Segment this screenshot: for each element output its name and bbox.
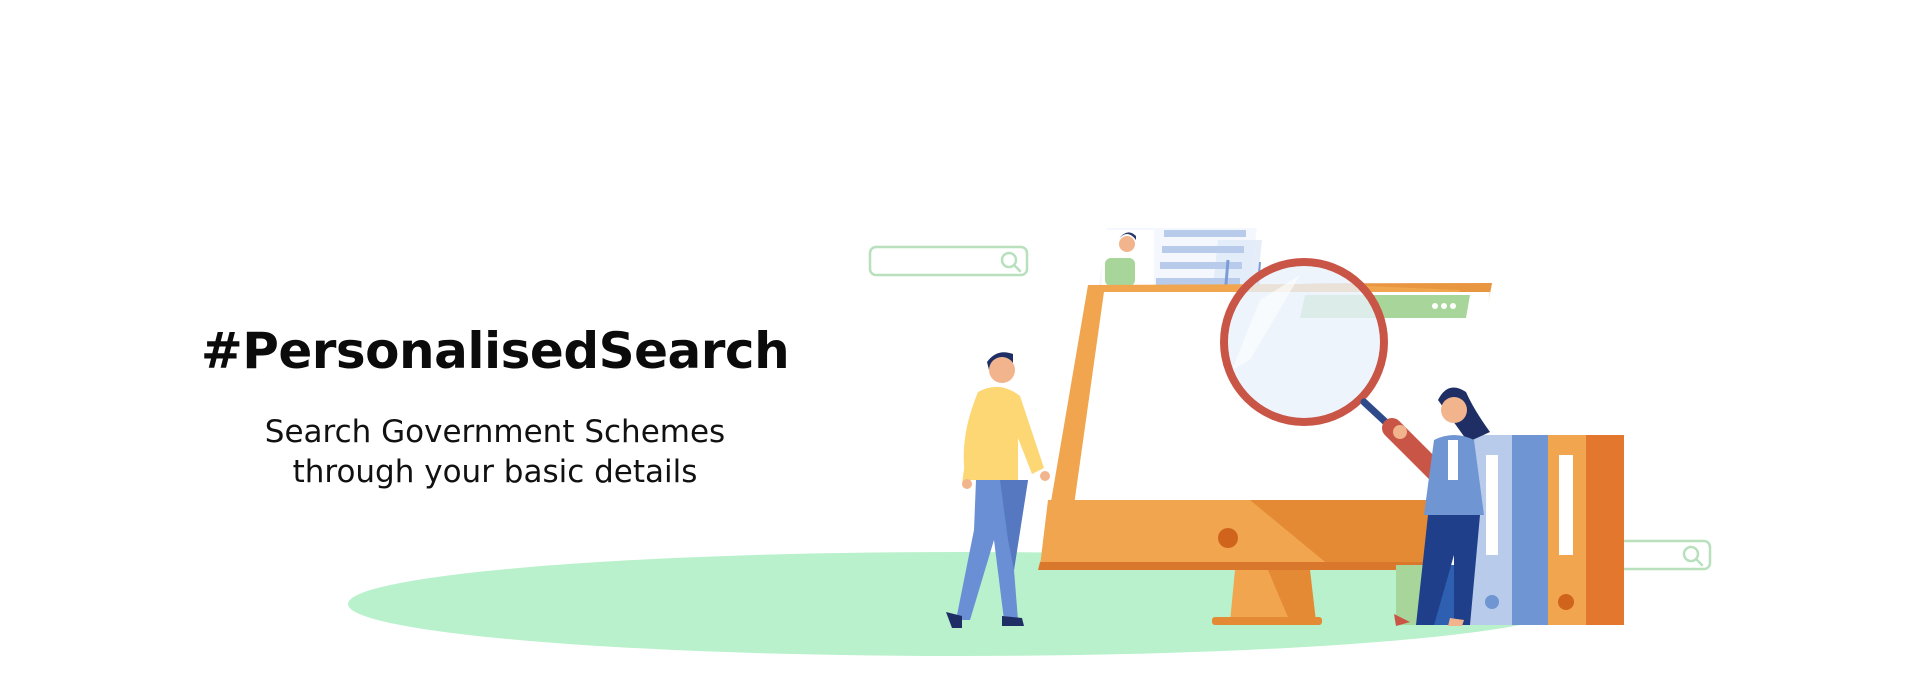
hero-banner: #PersonalisedSearch Search Government Sc… [0,0,1920,700]
search-illustration [348,228,1712,656]
monitor-power-button [1218,528,1238,548]
search-bar-left [868,245,1029,277]
